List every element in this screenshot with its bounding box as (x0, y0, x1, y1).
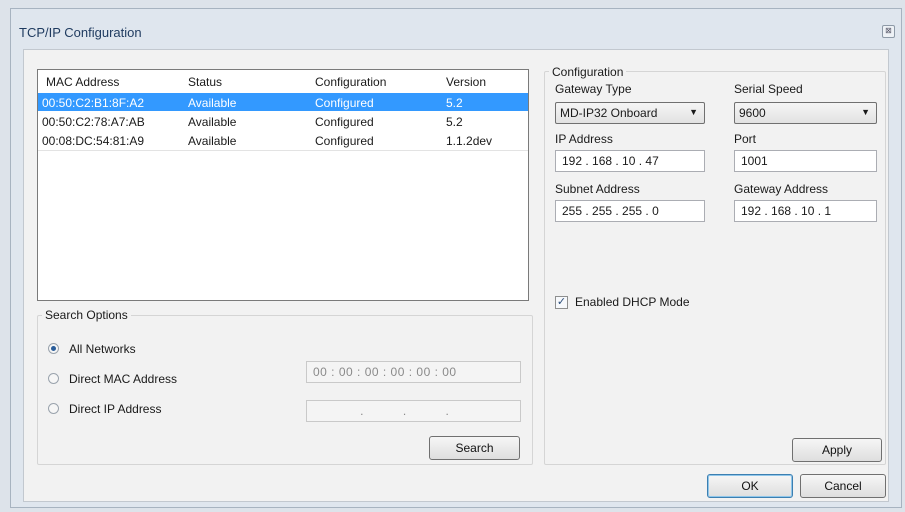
cell-configuration: Configured (315, 96, 374, 110)
device-list[interactable]: MAC Address Status Configuration Version… (37, 69, 529, 301)
window-title: TCP/IP Configuration (19, 25, 142, 40)
search-button[interactable]: Search (429, 436, 520, 460)
chevron-down-icon: ▼ (861, 107, 870, 117)
cell-mac: 00:50:C2:B1:8F:A2 (42, 96, 145, 110)
radio-direct-ip[interactable]: Direct IP Address (48, 402, 248, 418)
column-header-status[interactable]: Status (188, 75, 222, 89)
serial-speed-select[interactable]: 9600 ▼ (734, 102, 877, 124)
gateway-address-label: Gateway Address (734, 182, 829, 196)
radio-button[interactable] (48, 343, 59, 354)
cell-status: Available (188, 96, 237, 110)
port-label: Port (734, 132, 757, 146)
gateway-address-field[interactable]: 192 . 168 . 10 . 1 (734, 200, 877, 222)
column-header-mac[interactable]: MAC Address (46, 75, 119, 89)
close-icon[interactable]: ⊠ (882, 25, 895, 38)
row-divider (38, 150, 528, 151)
cell-version: 5.2 (446, 115, 463, 129)
radio-all-networks[interactable]: All Networks (48, 342, 248, 358)
tcpip-config-window: TCP/IP Configuration ⊠ MAC Address Statu… (10, 8, 902, 508)
ip-address-search-input[interactable]: . . . (306, 400, 521, 422)
cell-configuration: Configured (315, 134, 374, 148)
cell-mac: 00:08:DC:54:81:A9 (42, 134, 145, 148)
column-header-configuration[interactable]: Configuration (315, 75, 386, 89)
apply-button[interactable]: Apply (792, 438, 882, 462)
cell-configuration: Configured (315, 115, 374, 129)
radio-label: Direct IP Address (69, 402, 162, 416)
gateway-type-select[interactable]: MD-IP32 Onboard ▼ (555, 102, 705, 124)
port-field[interactable]: 1001 (734, 150, 877, 172)
gateway-type-label: Gateway Type (555, 82, 632, 96)
radio-button[interactable] (48, 373, 59, 384)
cell-mac: 00:50:C2:78:A7:AB (42, 115, 145, 129)
subnet-address-label: Subnet Address (555, 182, 640, 196)
dhcp-checkbox[interactable]: ✓ (555, 296, 568, 309)
radio-label: Direct MAC Address (69, 372, 178, 386)
gateway-type-value: MD-IP32 Onboard (560, 106, 658, 120)
dialog-client-area: MAC Address Status Configuration Version… (23, 49, 889, 502)
subnet-address-field[interactable]: 255 . 255 . 255 . 0 (555, 200, 705, 222)
ip-address-label: IP Address (555, 132, 613, 146)
configuration-group: Configuration Gateway Type MD-IP32 Onboa… (544, 65, 886, 465)
radio-direct-mac[interactable]: Direct MAC Address (48, 372, 248, 388)
dhcp-label: Enabled DHCP Mode (575, 295, 690, 309)
device-list-header: MAC Address Status Configuration Version (38, 70, 528, 91)
ip-address-field[interactable]: 192 . 168 . 10 . 47 (555, 150, 705, 172)
table-row[interactable]: 00:08:DC:54:81:A9 Available Configured 1… (38, 131, 528, 149)
table-row[interactable]: 00:50:C2:B1:8F:A2 Available Configured 5… (38, 93, 528, 111)
configuration-label: Configuration (549, 65, 627, 79)
serial-speed-label: Serial Speed (734, 82, 803, 96)
search-options-group: Search Options All Networks Direct MAC A… (37, 308, 533, 465)
cell-version: 5.2 (446, 96, 463, 110)
ok-button[interactable]: OK (707, 474, 793, 498)
mac-address-input[interactable]: 00 : 00 : 00 : 00 : 00 : 00 (306, 361, 521, 383)
cell-status: Available (188, 134, 237, 148)
title-bar: TCP/IP Configuration ⊠ (11, 9, 901, 45)
cancel-button[interactable]: Cancel (800, 474, 886, 498)
table-row[interactable]: 00:50:C2:78:A7:AB Available Configured 5… (38, 112, 528, 130)
cell-status: Available (188, 115, 237, 129)
search-options-label: Search Options (42, 308, 131, 322)
column-header-version[interactable]: Version (446, 75, 486, 89)
serial-speed-value: 9600 (739, 106, 766, 120)
radio-label: All Networks (69, 342, 136, 356)
chevron-down-icon: ▼ (689, 107, 698, 117)
cell-version: 1.1.2dev (446, 134, 493, 148)
radio-button[interactable] (48, 403, 59, 414)
